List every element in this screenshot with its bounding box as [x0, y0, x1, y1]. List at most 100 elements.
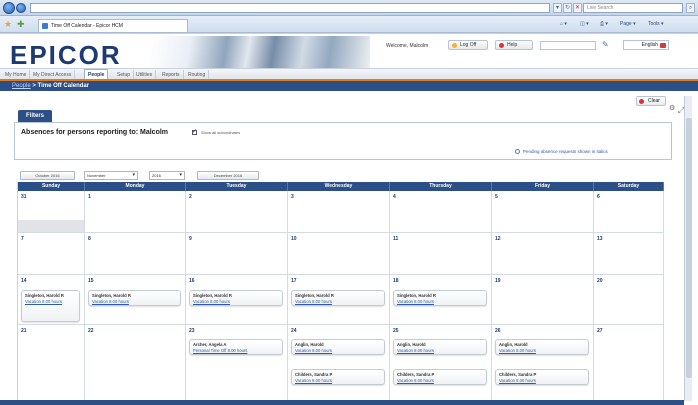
absence-event[interactable]: Anglin, Harold Vacation 8.00 hours	[393, 339, 487, 355]
day-cell[interactable]: 22	[85, 325, 186, 405]
absence-event[interactable]: Singleton, Harold R Vacation 8.00 hours	[88, 290, 181, 306]
day-number[interactable]: 26	[495, 328, 501, 334]
absence-event[interactable]: Anglin, Harold Vacation 8.00 hours	[291, 339, 385, 355]
day-cell[interactable]: 8	[85, 233, 186, 275]
day-number[interactable]: 4	[393, 194, 396, 200]
event-absence-link[interactable]: Vacation 8.00 hours	[295, 348, 381, 354]
day-cell[interactable]: 7	[18, 233, 85, 275]
day-number[interactable]: 16	[189, 278, 195, 284]
absence-event[interactable]: Archer, Angela A Personal Time Off 8.00 h…	[189, 339, 283, 355]
event-absence-link[interactable]: Vacation 8.00 hours	[295, 378, 381, 384]
search-icon[interactable]: ⌕	[686, 3, 695, 13]
day-number[interactable]: 22	[88, 328, 94, 334]
day-number[interactable]: 2	[189, 194, 192, 200]
log-off-button[interactable]: Log Off	[448, 40, 488, 50]
day-cell[interactable]: 23	[186, 325, 288, 405]
day-cell[interactable]: 12	[492, 233, 594, 275]
day-number[interactable]: 13	[597, 236, 603, 242]
event-absence-link[interactable]: Vacation 8.00 hours	[25, 299, 76, 305]
day-number[interactable]: 5	[495, 194, 498, 200]
day-cell[interactable]: 2	[186, 191, 288, 233]
add-favorite-icon[interactable]: ✚	[17, 20, 25, 29]
day-number[interactable]: 8	[88, 236, 91, 242]
favorites-star-icon[interactable]: ★	[4, 20, 12, 29]
browser-search-input[interactable]: Live Search	[583, 3, 683, 13]
day-cell[interactable]: 19	[492, 275, 594, 325]
filters-tab[interactable]: Filters	[18, 110, 52, 122]
day-cell[interactable]: 31	[18, 191, 85, 233]
language-select[interactable]: English	[623, 40, 669, 50]
back-icon[interactable]	[3, 2, 15, 14]
event-absence-link[interactable]: Vacation 8.00 hours	[397, 299, 483, 305]
clear-button[interactable]: Clear	[636, 96, 666, 106]
event-absence-link[interactable]: Vacation 8.00 hours	[499, 348, 585, 354]
next-month-button[interactable]: December 2016	[197, 171, 259, 180]
day-number[interactable]: 20	[597, 278, 603, 284]
day-number[interactable]: 7	[21, 236, 24, 242]
page-menu[interactable]: Page ▾	[620, 19, 636, 29]
day-cell[interactable]: 1	[85, 191, 186, 233]
app-search-input[interactable]	[540, 41, 596, 50]
day-cell[interactable]: 24	[288, 325, 390, 405]
day-number[interactable]: 21	[21, 328, 27, 334]
day-number[interactable]: 1	[88, 194, 91, 200]
event-absence-link[interactable]: Vacation 8.00 hours	[397, 378, 483, 384]
home-icon[interactable]: ⌂ ▾	[560, 19, 567, 29]
prev-month-button[interactable]: October 2016	[20, 171, 75, 180]
day-cell[interactable]: 25	[390, 325, 492, 405]
forward-icon[interactable]	[16, 3, 26, 13]
day-cell[interactable]: 21	[18, 325, 85, 405]
feeds-icon[interactable]: ◫ ▾	[580, 19, 589, 29]
day-cell[interactable]: 20	[594, 275, 664, 325]
absence-event[interactable]: Childers, Sandra P Vacation 8.00 hours	[495, 369, 589, 385]
day-cell[interactable]: 11	[390, 233, 492, 275]
absence-event[interactable]: Singleton, Harold R Vacation 8.00 hours	[189, 290, 283, 306]
day-cell[interactable]: 13	[594, 233, 664, 275]
day-cell[interactable]: 10	[288, 233, 390, 275]
browser-tab[interactable]: Time Off Calendar - Epicor HCM	[38, 19, 188, 32]
day-number[interactable]: 25	[393, 328, 399, 334]
day-number[interactable]: 15	[88, 278, 94, 284]
day-number[interactable]: 18	[393, 278, 399, 284]
day-cell[interactable]: 26	[492, 325, 594, 405]
day-number[interactable]: 3	[291, 194, 294, 200]
address-input[interactable]	[30, 3, 550, 13]
pencil-icon[interactable]: ✎	[602, 40, 609, 49]
absence-event[interactable]: Childers, Sandra P Vacation 8.00 hours	[291, 369, 385, 385]
absence-event[interactable]: Singleton, Harold R Vacation 8.00 hours	[291, 290, 385, 306]
event-absence-link[interactable]: Vacation 8.00 hours	[295, 299, 381, 305]
absence-event[interactable]: Singleton, Harold R Vacation 8.00 hours	[21, 290, 80, 322]
help-button[interactable]: Help	[495, 40, 533, 50]
day-cell[interactable]: 9	[186, 233, 288, 275]
dropdown-icon[interactable]: ▾	[553, 3, 562, 13]
day-number[interactable]: 23	[189, 328, 195, 334]
absence-event[interactable]: Singleton, Harold R Vacation 8.00 hours	[393, 290, 487, 306]
scrollbar-thumb[interactable]	[686, 118, 692, 378]
refresh-icon[interactable]: ↻	[563, 3, 572, 13]
year-select[interactable]: 2016 ▾	[149, 171, 185, 180]
event-absence-link[interactable]: Vacation 8.00 hours	[499, 378, 585, 384]
gear-icon[interactable]: ⚙	[669, 104, 675, 112]
day-number[interactable]: 12	[495, 236, 501, 242]
day-number[interactable]: 17	[291, 278, 297, 284]
day-number[interactable]: 10	[291, 236, 297, 242]
event-absence-link[interactable]: Vacation 8.00 hours	[193, 299, 279, 305]
print-icon[interactable]: ⎙ ▾	[600, 19, 608, 29]
stop-icon[interactable]: ✕	[573, 3, 582, 13]
day-cell[interactable]: 3	[288, 191, 390, 233]
day-number[interactable]: 27	[597, 328, 603, 334]
day-cell[interactable]: 5	[492, 191, 594, 233]
day-cell[interactable]: 6	[594, 191, 664, 233]
day-number[interactable]: 14	[21, 278, 27, 284]
absence-event[interactable]: Anglin, Harold Vacation 8.00 hours	[495, 339, 589, 355]
absence-event[interactable]: Childers, Sandra P Vacation 8.00 hours	[393, 369, 487, 385]
day-number[interactable]: 11	[393, 236, 398, 242]
day-number[interactable]: 31	[21, 194, 27, 200]
event-absence-link[interactable]: Vacation 8.00 hours	[397, 348, 483, 354]
show-all-subordinates-checkbox[interactable]	[192, 128, 197, 135]
day-number[interactable]: 19	[495, 278, 501, 284]
tools-menu[interactable]: Tools ▾	[648, 19, 664, 29]
day-number[interactable]: 6	[597, 194, 600, 200]
day-number[interactable]: 9	[189, 236, 192, 242]
day-cell[interactable]: 27	[594, 325, 664, 405]
